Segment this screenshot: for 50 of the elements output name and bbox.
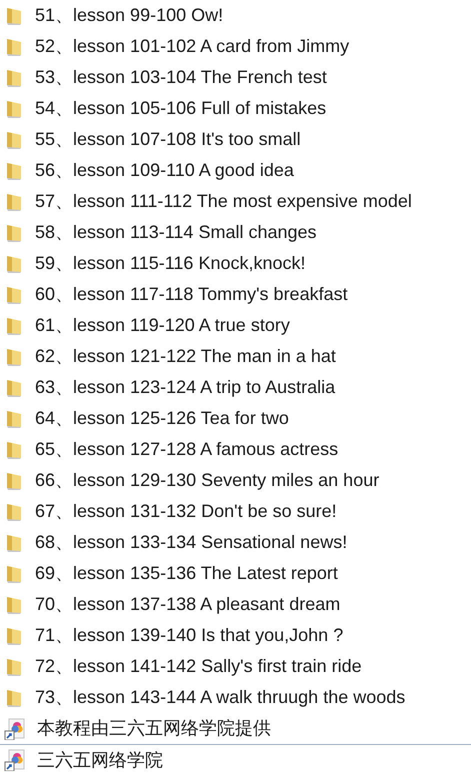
item-label[interactable]: 65、lesson 127-128 A famous actress (35, 436, 338, 463)
item-label[interactable]: 61、lesson 119-120 A true story (35, 312, 290, 339)
folder-icon (4, 688, 24, 708)
item-label[interactable]: 67、lesson 131-132 Don't be so sure! (35, 498, 337, 525)
item-label[interactable]: 64、lesson 125-126 Tea for two (35, 405, 289, 432)
item-label[interactable]: 52、lesson 101-102 A card from Jimmy (35, 33, 350, 60)
item-label[interactable]: 70、lesson 137-138 A pleasant dream (35, 591, 340, 618)
folder-icon (4, 378, 24, 398)
folder-icon (4, 36, 24, 56)
folder-icon (4, 470, 24, 490)
item-label[interactable]: 57、lesson 111-112 The most expensive model (35, 188, 412, 215)
folder-icon (4, 532, 24, 552)
folder-icon (4, 626, 24, 646)
folder-icon (4, 346, 24, 366)
item-label[interactable]: 73、lesson 143-144 A walk thruugh the woods (35, 684, 406, 711)
folder-icon (4, 160, 24, 180)
item-label[interactable]: 三六五网络学院 (37, 746, 163, 774)
folder-icon (4, 130, 24, 150)
folder-icon (4, 6, 24, 26)
item-label[interactable]: 59、lesson 115-116 Knock,knock! (35, 250, 306, 277)
item-label[interactable]: 62、lesson 121-122 The man in a hat (35, 343, 336, 370)
folder-icon (4, 594, 24, 614)
item-label[interactable]: 69、lesson 135-136 The Latest report (35, 560, 338, 587)
folder-icon (4, 440, 24, 460)
item-label[interactable]: 54、lesson 105-106 Full of mistakes (35, 95, 326, 122)
item-label[interactable]: 68、lesson 133-134 Sensational news! (35, 529, 348, 556)
item-label[interactable]: 51、lesson 99-100 Ow! (35, 2, 224, 29)
folder-icon (4, 68, 24, 88)
item-label[interactable]: 本教程由三六五网络学院提供 (37, 715, 271, 742)
item-label[interactable]: 72、lesson 141-142 Sally's first train ride (35, 653, 362, 680)
item-label[interactable]: 63、lesson 123-124 A trip to Australia (35, 374, 336, 401)
folder-icon (4, 564, 24, 584)
folder-icon (4, 656, 24, 676)
shortcut-icon (4, 718, 26, 740)
item-label[interactable]: 53、lesson 103-104 The French test (35, 64, 327, 91)
folder-icon (4, 192, 24, 212)
item-label[interactable]: 55、lesson 107-108 It's too small (35, 126, 301, 153)
item-label[interactable]: 58、lesson 113-114 Small changes (35, 219, 317, 246)
folder-icon (4, 98, 24, 118)
folder-icon (4, 502, 24, 522)
folder-icon (4, 284, 24, 304)
folder-icon (4, 408, 24, 428)
item-label[interactable]: 56、lesson 109-110 A good idea (35, 157, 294, 184)
item-label[interactable]: 60、lesson 117-118 Tommy's breakfast (35, 281, 348, 308)
folder-icon (4, 222, 24, 242)
item-label[interactable]: 66、lesson 129-130 Seventy miles an hour (35, 467, 380, 494)
folder-icon (4, 316, 24, 336)
shortcut-icon (4, 749, 26, 771)
item-label[interactable]: 71、lesson 139-140 Is that you,John ? (35, 622, 344, 649)
folder-icon (4, 254, 24, 274)
